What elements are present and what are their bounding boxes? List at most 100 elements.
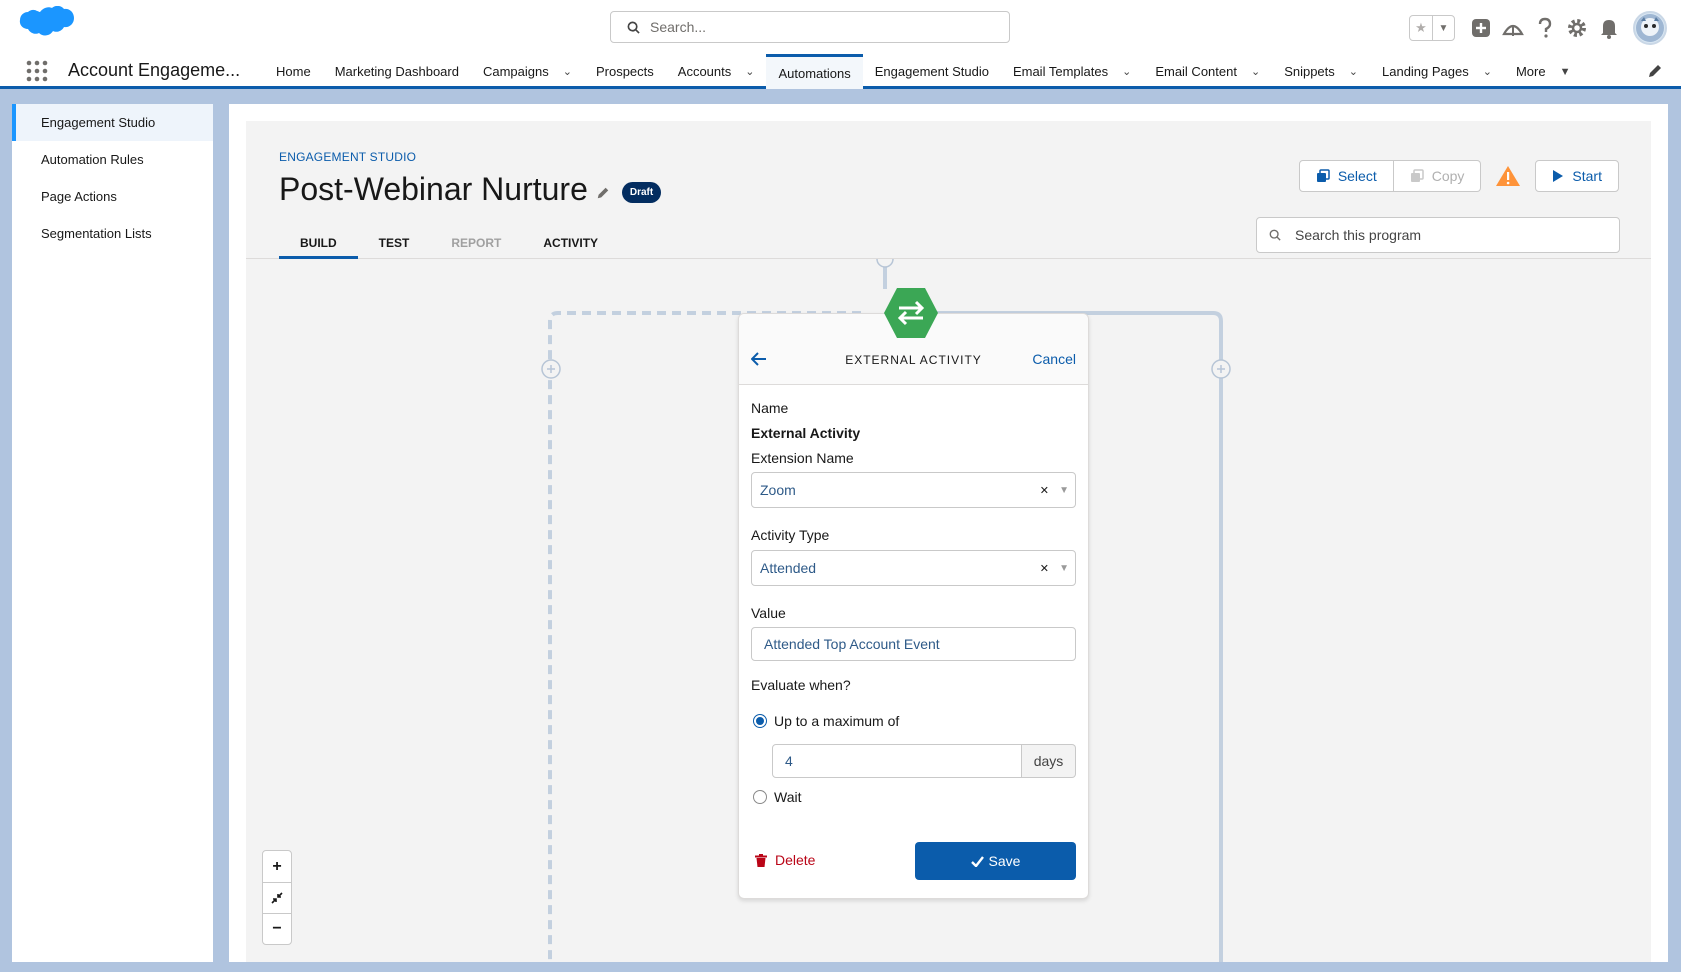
title-row: Post-Webinar Nurture Draft bbox=[279, 171, 662, 208]
warning-icon[interactable] bbox=[1495, 165, 1521, 187]
add-step-icon[interactable] bbox=[541, 359, 561, 379]
chevron-down-icon[interactable]: ⌄ bbox=[1349, 65, 1358, 78]
user-avatar[interactable] bbox=[1633, 11, 1667, 45]
tab-report: REPORT bbox=[451, 236, 502, 250]
studio-header: ENGAGEMENT STUDIO Post-Webinar Nurture D… bbox=[246, 121, 1651, 259]
status-badge: Draft bbox=[621, 182, 662, 203]
shrink-icon[interactable] bbox=[263, 882, 291, 913]
bell-icon[interactable] bbox=[1597, 16, 1621, 40]
star-icon[interactable]: ★ bbox=[1410, 16, 1432, 40]
chevron-down-icon[interactable]: ⌄ bbox=[1251, 65, 1260, 78]
days-input[interactable]: 4 bbox=[772, 744, 1022, 778]
caret-down-icon[interactable]: ▼ bbox=[1059, 485, 1069, 496]
caret-down-icon[interactable]: ▼ bbox=[1059, 563, 1069, 574]
app-name: Account Engageme... bbox=[68, 60, 241, 80]
evaluate-when-label: Evaluate when? bbox=[751, 677, 851, 693]
nav-item-marketing-dashboard[interactable]: Marketing Dashboard bbox=[323, 54, 471, 89]
caret-down-icon[interactable]: ▼ bbox=[1560, 66, 1571, 78]
nav-item-email-content[interactable]: Email Content ⌄ bbox=[1143, 54, 1272, 89]
radio-up-to-maximum[interactable]: Up to a maximum of bbox=[753, 713, 899, 729]
nav-item-landing-pages[interactable]: Landing Pages ⌄ bbox=[1370, 54, 1504, 89]
minus-icon[interactable]: − bbox=[263, 913, 291, 944]
app-launcher-icon[interactable] bbox=[26, 60, 48, 82]
play-icon bbox=[1553, 170, 1564, 182]
page-eyebrow: ENGAGEMENT STUDIO bbox=[279, 150, 417, 164]
extension-name-label: Extension Name bbox=[751, 450, 854, 466]
program-canvas[interactable]: EXTERNAL ACTIVITY Cancel Name External A… bbox=[246, 259, 1651, 962]
add-step-icon[interactable] bbox=[1211, 359, 1231, 379]
start-button[interactable]: Start bbox=[1535, 160, 1619, 192]
select-button[interactable]: Select bbox=[1298, 160, 1394, 192]
chevron-down-icon[interactable]: ⌄ bbox=[563, 65, 572, 78]
program-tabs: BUILD TEST REPORT ACTIVITY bbox=[279, 232, 619, 259]
page-title: Post-Webinar Nurture bbox=[279, 171, 588, 207]
swap-arrows-icon[interactable] bbox=[883, 287, 939, 339]
trailhead-icon[interactable] bbox=[1501, 16, 1525, 40]
nav-item-email-templates[interactable]: Email Templates ⌄ bbox=[1001, 54, 1143, 89]
value-input[interactable]: Attended Top Account Event bbox=[751, 627, 1076, 661]
nav-item-more[interactable]: More ▼ bbox=[1504, 54, 1583, 89]
nav-item-automations[interactable]: Automations bbox=[766, 54, 863, 89]
days-input-group: 4 days bbox=[772, 744, 1076, 778]
tab-activity[interactable]: ACTIVITY bbox=[522, 232, 619, 259]
name-label: Name bbox=[751, 400, 789, 416]
clear-icon[interactable]: ✕ bbox=[1040, 484, 1049, 497]
help-icon[interactable] bbox=[1533, 16, 1557, 40]
radio-wait[interactable]: Wait bbox=[753, 789, 801, 805]
nav-item-engagement-studio[interactable]: Engagement Studio bbox=[863, 54, 1001, 89]
radio-button[interactable] bbox=[753, 790, 767, 804]
sidebar-item-automation-rules[interactable]: Automation Rules bbox=[12, 141, 213, 178]
nav-items: Home Marketing Dashboard Campaigns ⌄ Pros… bbox=[264, 54, 1582, 89]
favorites-group: ★ ▼ bbox=[1409, 15, 1455, 41]
nav-item-snippets[interactable]: Snippets ⌄ bbox=[1272, 54, 1370, 89]
select-icon bbox=[1316, 169, 1330, 182]
nav-item-campaigns[interactable]: Campaigns ⌄ bbox=[471, 54, 584, 89]
zoom-controls: + − bbox=[262, 850, 292, 945]
sidebar-item-engagement-studio[interactable]: Engagement Studio bbox=[12, 104, 213, 141]
main-content: ENGAGEMENT STUDIO Post-Webinar Nurture D… bbox=[229, 104, 1668, 962]
global-search-placeholder: Search... bbox=[650, 19, 707, 35]
tab-test[interactable]: TEST bbox=[358, 232, 431, 259]
clear-icon[interactable]: ✕ bbox=[1040, 562, 1049, 575]
pencil-icon[interactable] bbox=[596, 186, 610, 200]
external-activity-panel: EXTERNAL ACTIVITY Cancel Name External A… bbox=[738, 313, 1089, 899]
radio-button-selected[interactable] bbox=[753, 714, 767, 728]
automation-sidebar: Engagement Studio Automation Rules Page … bbox=[12, 104, 213, 962]
delete-button[interactable]: Delete bbox=[755, 852, 815, 868]
chevron-down-icon[interactable]: ▼ bbox=[1432, 16, 1454, 40]
name-value: External Activity bbox=[751, 425, 861, 441]
copy-button[interactable]: Copy bbox=[1393, 160, 1482, 192]
plus-icon[interactable]: + bbox=[263, 851, 291, 882]
nav-item-home[interactable]: Home bbox=[264, 54, 323, 89]
extension-name-select[interactable]: Zoom ✕ ▼ bbox=[751, 472, 1076, 508]
program-search-input[interactable]: Search this program bbox=[1256, 217, 1620, 253]
header-actions: Select Copy Start bbox=[1298, 160, 1619, 192]
chevron-down-icon[interactable]: ⌄ bbox=[1483, 65, 1492, 78]
search-icon bbox=[627, 21, 640, 34]
add-step-icon[interactable] bbox=[876, 259, 894, 268]
trash-icon bbox=[755, 853, 767, 867]
edit-nav-icon[interactable] bbox=[1647, 63, 1663, 79]
nav-item-prospects[interactable]: Prospects bbox=[584, 54, 666, 89]
save-button[interactable]: Save bbox=[915, 842, 1076, 880]
nav-item-accounts[interactable]: Accounts ⌄ bbox=[666, 54, 767, 89]
checkmark-icon bbox=[970, 855, 984, 867]
days-unit: days bbox=[1022, 744, 1076, 778]
sidebar-item-page-actions[interactable]: Page Actions bbox=[12, 178, 213, 215]
gear-icon[interactable] bbox=[1565, 16, 1589, 40]
global-actions-icon[interactable] bbox=[1469, 16, 1493, 40]
value-label: Value bbox=[751, 605, 786, 621]
salesforce-logo[interactable] bbox=[16, 6, 74, 48]
app-nav-bar: Account Engageme... Home Marketing Dashb… bbox=[0, 54, 1681, 89]
header-icons: ★ ▼ bbox=[1409, 10, 1667, 46]
copy-icon bbox=[1410, 169, 1424, 182]
search-icon bbox=[1269, 229, 1281, 241]
chevron-down-icon[interactable]: ⌄ bbox=[745, 65, 754, 78]
tab-build[interactable]: BUILD bbox=[279, 232, 358, 259]
activity-type-label: Activity Type bbox=[751, 527, 830, 543]
activity-type-select[interactable]: Attended ✕ ▼ bbox=[751, 550, 1076, 586]
chevron-down-icon[interactable]: ⌄ bbox=[1122, 65, 1131, 78]
global-search-input[interactable]: Search... bbox=[610, 11, 1010, 43]
sidebar-item-segmentation-lists[interactable]: Segmentation Lists bbox=[12, 215, 213, 252]
cancel-button[interactable]: Cancel bbox=[1032, 351, 1076, 367]
